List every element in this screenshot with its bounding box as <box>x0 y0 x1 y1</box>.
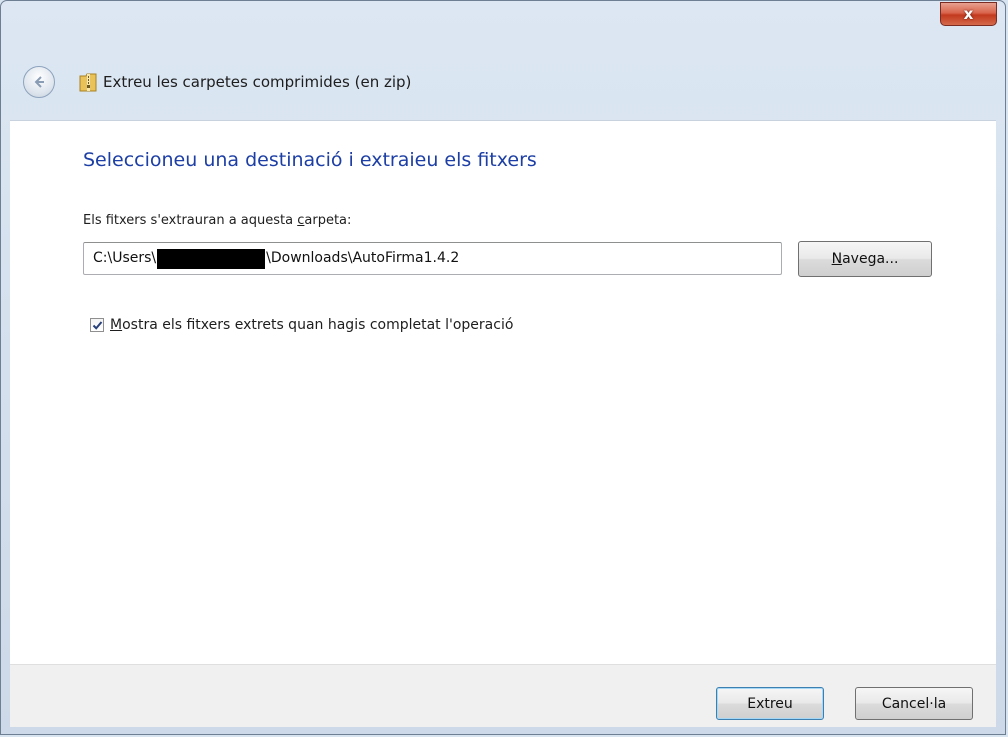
extract-button[interactable]: Extreu <box>716 687 824 720</box>
dialog-window: x Extreu les carpetes comprimides (en zi… <box>0 0 1006 735</box>
show-files-checkbox[interactable] <box>90 318 104 332</box>
cancel-button[interactable]: Cancel·la <box>855 687 973 720</box>
destination-label-prefix: Els fitxers s'extrauran a aquesta <box>83 213 298 228</box>
back-button[interactable] <box>23 66 55 98</box>
back-arrow-icon <box>34 76 44 88</box>
wizard-header: Extreu les carpetes comprimides (en zip) <box>23 65 411 99</box>
wizard-title: Extreu les carpetes comprimides (en zip) <box>103 73 412 91</box>
destination-label-suffix: arpeta: <box>304 213 352 228</box>
browse-button[interactable]: Navega... <box>798 241 932 277</box>
destination-label: Els fitxers s'extrauran a aquesta carpet… <box>83 213 351 228</box>
close-icon: x <box>963 5 974 23</box>
redacted-username <box>157 248 266 269</box>
path-prefix: C:\Users\ <box>93 250 157 266</box>
show-files-label: Mostra els fitxers extrets quan hagis co… <box>110 317 513 333</box>
destination-path-input[interactable]: C:\Users\ \Downloads\AutoFirma1.4.2 <box>83 242 782 275</box>
show-files-text: ostra els fitxers extrets quan hagis com… <box>122 317 514 333</box>
show-files-accel: M <box>110 317 123 333</box>
path-suffix: \Downloads\AutoFirma1.4.2 <box>266 250 460 266</box>
title-bar[interactable]: x <box>1 1 1005 53</box>
close-button[interactable]: x <box>940 2 997 26</box>
button-bar: Extreu Cancel·la <box>10 664 996 727</box>
zip-folder-icon <box>79 73 97 92</box>
browse-accel: N <box>831 251 843 267</box>
page-title: Seleccioneu una destinació i extraieu el… <box>83 149 537 171</box>
browse-label: avega... <box>842 251 899 267</box>
checkmark-icon <box>92 320 102 330</box>
content-panel: Seleccioneu una destinació i extraieu el… <box>10 120 996 665</box>
show-files-option[interactable]: Mostra els fitxers extrets quan hagis co… <box>90 317 513 333</box>
